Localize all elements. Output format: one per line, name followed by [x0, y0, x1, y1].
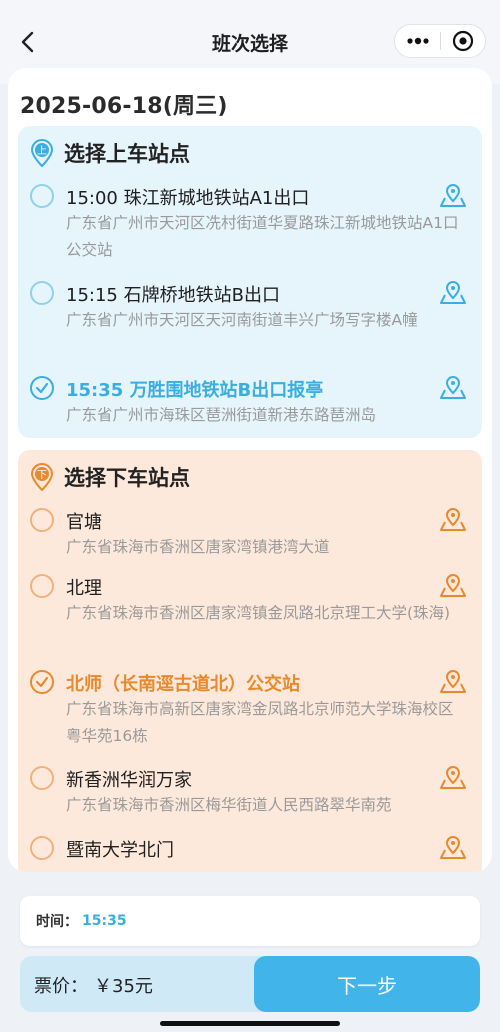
stop-name: 15:00 珠江新城地铁站A1出口 [66, 188, 310, 209]
boarding-header: 上 选择上车站点 [30, 138, 190, 168]
radio-checked[interactable] [30, 670, 54, 694]
map-location-icon[interactable] [438, 832, 468, 862]
checkout-bar: 票价： ￥35元 下一步 [20, 956, 480, 1012]
radio-unchecked[interactable] [30, 766, 54, 790]
stop-name: 北师（长南逕古道北）公交站 [66, 674, 300, 695]
time-label: 时间： [36, 914, 78, 930]
stop-address: 广东省珠海市香洲区唐家湾镇金凤路北京理工大学(珠海) [66, 604, 451, 622]
map-location-icon[interactable] [438, 666, 468, 696]
home-indicator [160, 1021, 340, 1026]
next-step-button[interactable]: 下一步 [254, 956, 480, 1012]
stop-name: 暨南大学北门 [66, 840, 174, 861]
stop-address: 广东省广州市海珠区琶洲街道新港东路琶洲岛 [66, 406, 377, 424]
close-mini-program-icon[interactable] [441, 24, 485, 58]
boarding-stop-selected[interactable]: 15:35 万胜围地铁站B出口报亭 广东省广州市海珠区琶洲街道新港东路琶洲岛 [18, 376, 482, 432]
boarding-section: 上 选择上车站点 15:00 珠江新城地铁站A1出口 广东省广州市天河区冼村街道… [18, 126, 482, 438]
price-value: ￥35元 [94, 976, 153, 997]
alighting-stop[interactable]: 官塘 广东省珠海市香洲区唐家湾镇港湾大道 [18, 508, 482, 564]
alighting-title: 选择下车站点 [64, 466, 190, 490]
stop-address: 广东省珠海市高新区唐家湾金凤路北京师范大学珠海校区粤华苑16栋 [66, 700, 454, 745]
stop-name: 新香洲华润万家 [66, 770, 192, 791]
radio-unchecked[interactable] [30, 508, 54, 532]
radio-unchecked[interactable] [30, 281, 54, 305]
mini-program-capsule [394, 24, 486, 58]
alighting-header: 下 选择下车站点 [30, 462, 190, 492]
page-title: 班次选择 [211, 32, 288, 55]
boarding-title: 选择上车站点 [64, 142, 190, 166]
alighting-stop[interactable]: 北理 广东省珠海市香洲区唐家湾镇金凤路北京理工大学(珠海) [18, 574, 482, 654]
alighting-pin-icon: 下 [30, 463, 54, 492]
map-location-icon[interactable] [438, 504, 468, 534]
map-location-icon[interactable] [438, 372, 468, 402]
alighting-stop[interactable]: 新香洲华润万家 广东省珠海市香洲区梅华街道人民西路翠华南苑 [18, 766, 482, 822]
more-icon[interactable] [395, 24, 440, 58]
stop-name: 15:15 石牌桥地铁站B出口 [66, 285, 280, 306]
stop-address: 广东省珠海市香洲区唐家湾镇港湾大道 [66, 538, 330, 556]
radio-unchecked[interactable] [30, 836, 54, 860]
map-location-icon[interactable] [438, 277, 468, 307]
stop-address: 广东省广州市天河区冼村街道华夏路珠江新城地铁站A1口公交站 [66, 214, 459, 259]
radio-checked[interactable] [30, 376, 54, 400]
stop-name: 15:35 万胜围地铁站B出口报亭 [66, 380, 324, 401]
svg-text:上: 上 [37, 145, 47, 157]
price-label: 票价： [34, 976, 88, 997]
alighting-stop[interactable]: 暨南大学北门 [18, 836, 482, 872]
back-icon[interactable] [14, 28, 42, 56]
boarding-stop[interactable]: 15:00 珠江新城地铁站A1出口 广东省广州市天河区冼村街道华夏路珠江新城地铁… [18, 184, 482, 264]
selected-time-card: 时间： 15:35 [20, 896, 480, 946]
stop-name: 北理 [66, 578, 102, 599]
time-value: 15:35 [82, 913, 127, 929]
stop-address: 广东省珠海市香洲区梅华街道人民西路翠华南苑 [66, 796, 392, 814]
radio-unchecked[interactable] [30, 574, 54, 598]
alighting-section: 下 选择下车站点 官塘 广东省珠海市香洲区唐家湾镇港湾大道 北理 广东省珠海市香… [18, 450, 482, 872]
map-location-icon[interactable] [438, 180, 468, 210]
boarding-pin-icon: 上 [30, 139, 54, 168]
svg-text:下: 下 [37, 470, 47, 481]
radio-unchecked[interactable] [30, 184, 54, 208]
map-location-icon[interactable] [438, 762, 468, 792]
stop-address: 广东省广州市天河区天河南街道丰兴广场写字楼A幢 [66, 311, 418, 329]
trip-date: 2025-06-18(周三) [20, 94, 228, 119]
map-location-icon[interactable] [438, 570, 468, 600]
schedule-card: 2025-06-18(周三) 上 选择上车站点 15:00 珠江新城地铁站A1出… [8, 68, 492, 872]
boarding-stop[interactable]: 15:15 石牌桥地铁站B出口 广东省广州市天河区天河南街道丰兴广场写字楼A幢 [18, 281, 482, 361]
alighting-stop-selected[interactable]: 北师（长南逕古道北）公交站 广东省珠海市高新区唐家湾金凤路北京师范大学珠海校区粤… [18, 670, 482, 750]
price-info: 票价： ￥35元 [34, 972, 153, 998]
stop-name: 官塘 [66, 512, 102, 533]
